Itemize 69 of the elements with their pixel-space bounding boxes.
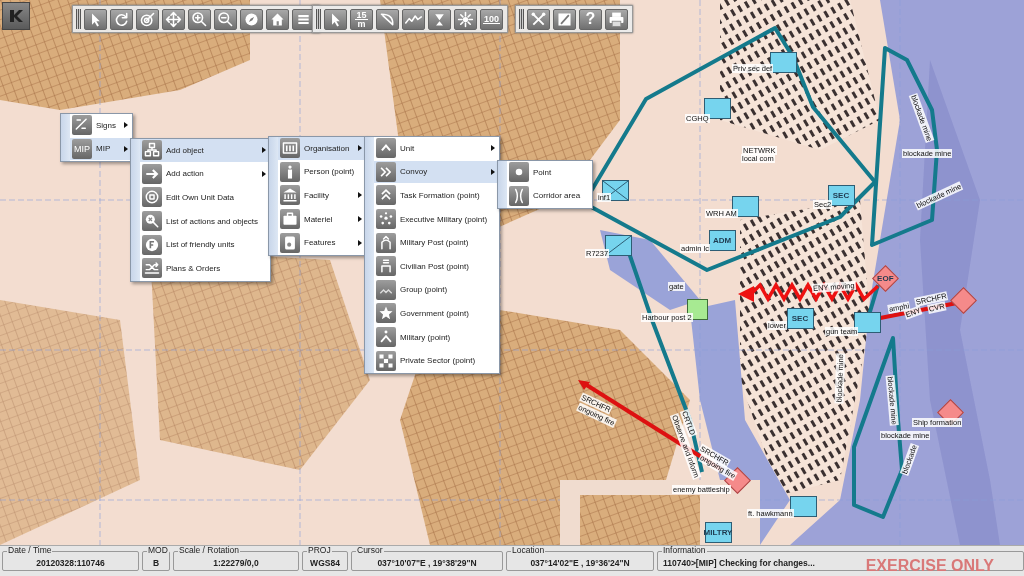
menu-item[interactable]: Government (point) — [374, 302, 500, 326]
zoom-out-tool-button[interactable] — [214, 8, 237, 30]
status-field-value: 037°14'02"E , 19°36'24"N — [530, 557, 630, 568]
refresh-tool-button[interactable] — [110, 8, 133, 30]
status-field-label: PROJ — [307, 546, 332, 555]
print-tool-button[interactable] — [605, 8, 628, 30]
status-field-label: Scale / Rotation — [178, 546, 240, 555]
pointer-tool-button[interactable] — [84, 8, 107, 30]
menu-item[interactable]: Signs — [70, 114, 132, 138]
move-icon — [164, 9, 183, 29]
zoom-in-icon — [190, 9, 209, 29]
status-field-value: 110740>[MIP] Checking for changes... — [663, 557, 815, 568]
exercise-overlay-text: EXERCISE ONLY — [865, 557, 994, 575]
toolbar-grip[interactable] — [76, 9, 81, 29]
status-field-value: WGS84 — [310, 557, 340, 568]
menu-item[interactable]: Add object — [140, 139, 271, 163]
menu-item[interactable]: Unit — [374, 137, 500, 161]
menu-side-strip — [61, 114, 70, 162]
light-tool-button[interactable] — [454, 8, 477, 30]
status-field-label: Information — [662, 546, 707, 555]
status-field-value: 20120328:110746 — [36, 557, 105, 568]
menu-item[interactable]: Point — [507, 161, 593, 185]
pointer-tool-button[interactable] — [324, 8, 347, 30]
status-field-value: 037°10'07"E , 19°38'29"N — [377, 557, 477, 568]
zoom-out-icon — [216, 9, 235, 29]
mip-icon: MIP — [72, 138, 92, 159]
military-icon — [376, 327, 396, 348]
plans-icon — [142, 258, 162, 279]
person-icon — [280, 161, 300, 182]
menu-item[interactable]: Private Sector (point) — [374, 349, 500, 373]
profile-tool-button[interactable] — [402, 8, 425, 30]
group-icon — [376, 279, 396, 300]
status-field-label: Cursor — [356, 546, 384, 555]
toolbar-grip[interactable] — [519, 9, 524, 29]
arc-tool-button[interactable] — [376, 8, 399, 30]
checker-icon — [376, 350, 396, 371]
status-field-label: MOD — [147, 546, 169, 555]
materiel-icon — [280, 209, 300, 230]
menu-item[interactable]: Group (point) — [374, 278, 500, 303]
marker-tool-button[interactable] — [428, 8, 451, 30]
corridor-icon — [509, 185, 529, 206]
toolbar-grip[interactable] — [316, 9, 321, 29]
move-tool-button[interactable] — [162, 8, 185, 30]
menu-item[interactable]: Organisation — [278, 137, 367, 161]
target-tool-button[interactable] — [136, 8, 159, 30]
menu-item[interactable]: Convoy — [374, 160, 500, 185]
status-field-value: B — [152, 557, 160, 568]
facility-icon — [280, 185, 300, 206]
menu-item[interactable]: Corridor area — [507, 184, 593, 209]
light-icon — [456, 9, 475, 29]
menu-side-strip — [498, 161, 507, 209]
home-tool-button[interactable] — [266, 8, 289, 30]
status-field-label: Date / Time — [7, 546, 53, 555]
menu-item[interactable]: Civilian Post (point) — [374, 254, 500, 279]
edit-tool-button[interactable] — [553, 8, 576, 30]
menu-item[interactable]: Executive Military (point) — [374, 207, 500, 232]
status-field-value: 1:22279/0,0 — [213, 557, 259, 568]
double-chevron-icon — [376, 161, 396, 182]
menu-item[interactable]: Military Post (point) — [374, 231, 500, 255]
ring-icon — [142, 187, 162, 208]
status-field-label: Location — [511, 546, 546, 555]
menu-item[interactable]: Plans & Orders — [140, 256, 271, 281]
scale-tool-button[interactable]: 15 m — [350, 8, 373, 30]
menu-item[interactable]: Military (point) — [374, 325, 500, 350]
zoom-in-tool-button[interactable] — [188, 8, 211, 30]
compass-tool-button[interactable] — [240, 8, 263, 30]
search-icon — [142, 211, 162, 232]
tools-tool-button[interactable] — [527, 8, 550, 30]
app-logo-icon[interactable] — [2, 2, 30, 30]
